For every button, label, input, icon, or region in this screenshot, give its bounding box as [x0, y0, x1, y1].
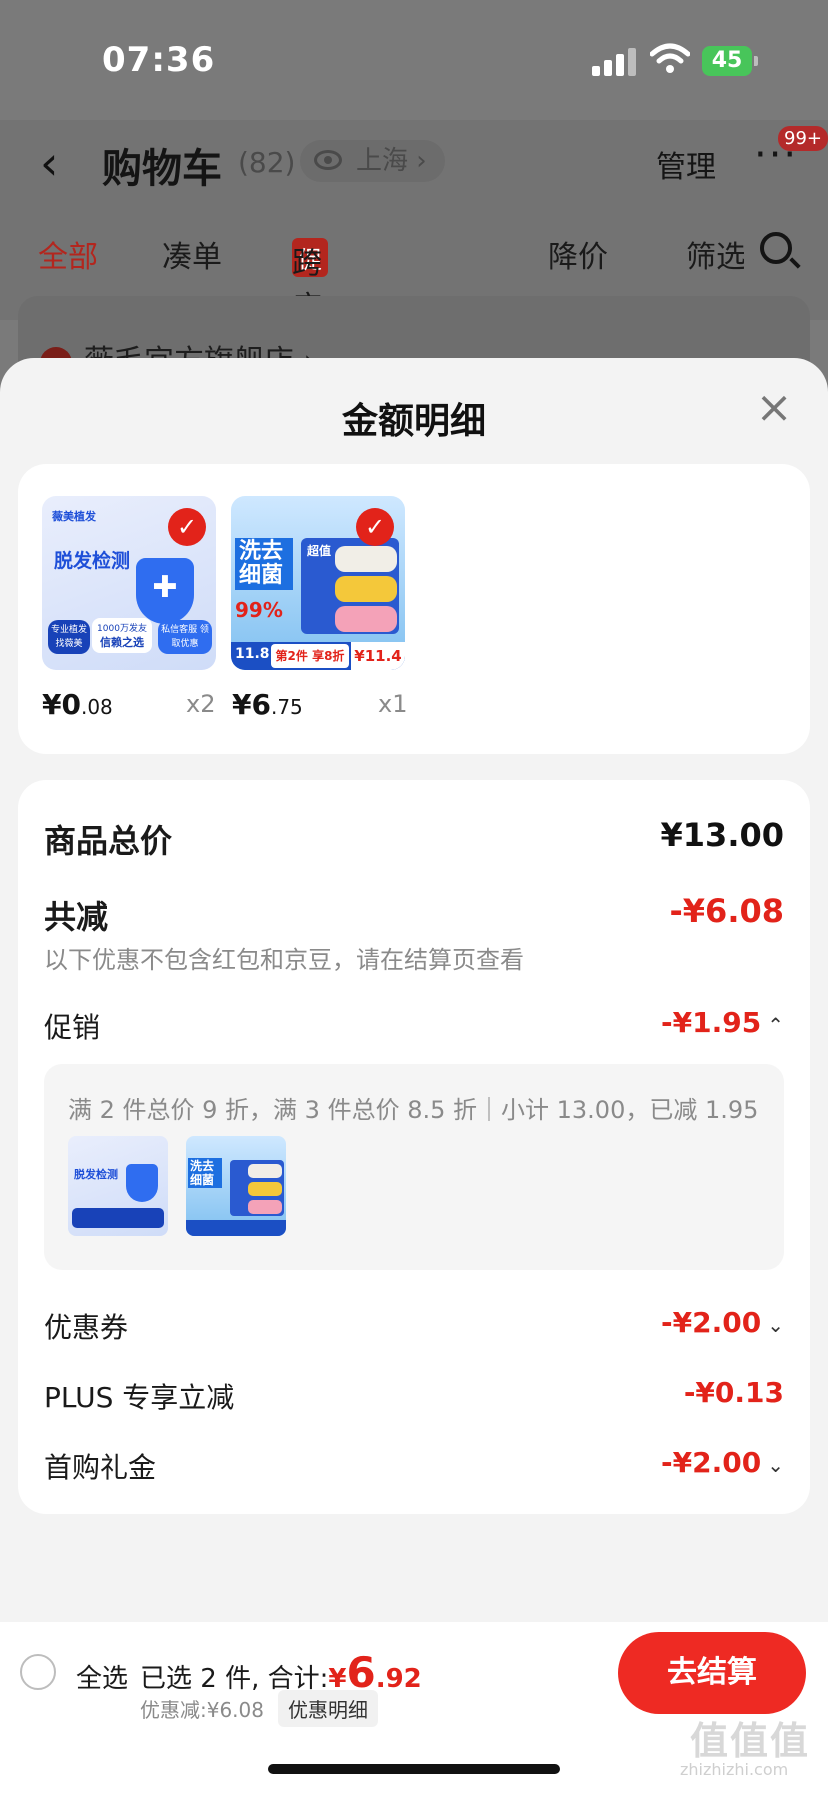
promo-value: -¥1.95	[661, 1006, 762, 1039]
price-dec: .08	[80, 695, 113, 719]
mini-title: 脱发检测	[74, 1168, 118, 1181]
search-icon[interactable]	[760, 232, 792, 264]
total-label: 商品总价	[44, 822, 173, 860]
thumb-footer: 11.8 第2件 享8折 ¥11.4	[231, 642, 405, 670]
tab-filter[interactable]: 筛选	[686, 232, 744, 276]
coupon-value: -¥2.00	[661, 1306, 762, 1339]
total-value: ¥13.00	[660, 816, 784, 854]
soap-brand: 超值	[307, 544, 332, 558]
price-dec: .75	[270, 695, 303, 719]
promo-thumb-soap[interactable]: 洗去细菌	[186, 1136, 286, 1236]
promo-row-value[interactable]: -¥1.95 ⌃	[560, 1006, 784, 1039]
price-int: ¥0	[42, 688, 81, 721]
thumb-brand: 薇美植发	[52, 510, 96, 523]
chevron-down-icon: ⌄	[767, 1453, 784, 1477]
thumb-slogan: 信赖之选	[100, 636, 144, 649]
watermark-logo: 值值值	[690, 1719, 811, 1763]
product-qty: x2	[186, 690, 216, 718]
page-title: 购物车	[102, 146, 222, 192]
plus-value: -¥0.13	[683, 1376, 784, 1409]
chevron-down-icon: ⌄	[767, 1313, 784, 1337]
total-dec: .92	[375, 1664, 422, 1694]
mini-footer	[186, 1220, 286, 1236]
watermark-url: zhizhizhi.com	[680, 1760, 789, 1779]
product-qty: x1	[378, 690, 408, 718]
select-all-label[interactable]: 全选	[76, 1658, 128, 1695]
gift-label: 首购礼金	[44, 1451, 157, 1484]
thumb-side: 私信客服 领取优惠	[158, 620, 212, 654]
reduce-label: 共减	[44, 898, 109, 936]
checkout-button[interactable]: 去结算	[618, 1632, 806, 1714]
status-time: 07:36	[102, 40, 216, 80]
product-price: ¥0.08	[42, 688, 113, 721]
back-icon[interactable]: ‹	[40, 136, 58, 190]
coupon-row-value[interactable]: -¥2.00 ⌄	[560, 1306, 784, 1339]
thumb-price: ¥11.4	[351, 642, 405, 670]
cart-count: (82)	[238, 146, 296, 179]
plus-label: PLUS 专享立减	[44, 1381, 235, 1414]
gift-row-value[interactable]: -¥2.00 ⌄	[560, 1446, 784, 1479]
soap-yellow	[335, 576, 397, 602]
promo-rule: 满 2 件总价 9 折，满 3 件总价 8.5 折｜小计 13.00，已减 1.…	[68, 1096, 759, 1124]
reduce-value: -¥6.08	[669, 892, 785, 930]
reduce-note: 以下优惠不包含红包和京豆，请在结算页查看	[44, 946, 524, 974]
shield-icon: ✚	[136, 558, 194, 624]
selected-check-icon[interactable]: ✓	[168, 508, 206, 546]
tab-bundle[interactable]: 凑单	[162, 232, 222, 276]
manage-button[interactable]: 管理	[656, 142, 716, 186]
thumb-badge: 1000万发友	[97, 624, 147, 634]
status-bar: 07:36 45	[0, 0, 828, 120]
signal-icon	[592, 46, 640, 76]
discount-text: 优惠减:¥6.08	[140, 1698, 264, 1722]
thumb-badge-box: 1000万发友 信赖之选	[92, 618, 152, 653]
price-int: ¥6	[232, 688, 271, 721]
mini-soap	[248, 1200, 282, 1214]
promo-thumb-hair[interactable]: 脱发检测	[68, 1136, 168, 1236]
sheet-title: 金额明细	[341, 401, 486, 442]
location-selector[interactable]: 上海 ›	[300, 140, 445, 182]
mini-soap	[248, 1164, 282, 1178]
wifi-icon	[650, 43, 690, 73]
tab-all[interactable]: 全部	[38, 232, 98, 276]
mini-soap	[248, 1182, 282, 1196]
thumb-pct: 99%	[235, 598, 283, 622]
soap-white	[335, 546, 397, 572]
promo-label: 促销	[44, 1011, 101, 1044]
coupon-label: 优惠券	[44, 1311, 129, 1344]
gift-value: -¥2.00	[661, 1446, 762, 1479]
thumb-title: 洗去细菌	[235, 538, 293, 590]
chevron-up-icon: ⌃	[767, 1013, 784, 1037]
close-icon[interactable]: ×	[754, 386, 794, 430]
thumb-left-tag: 专业植发 找薇美	[48, 620, 90, 654]
select-all-radio[interactable]	[20, 1654, 56, 1690]
mini-banner	[72, 1208, 164, 1228]
battery-icon: 45	[702, 46, 758, 76]
shield-icon	[126, 1164, 158, 1202]
thumb-promo: 第2件 享8折	[271, 644, 349, 668]
eye-icon	[314, 150, 342, 170]
soap-pink	[335, 606, 397, 632]
thumb-left-price: 11.8	[235, 646, 270, 662]
selected-check-icon[interactable]: ✓	[356, 508, 394, 546]
location-label: 上海 ›	[356, 146, 427, 176]
notification-badge: 99+	[778, 126, 828, 151]
tab-price-drop[interactable]: 降价	[548, 232, 608, 276]
discount-detail-button[interactable]: 优惠明细	[278, 1690, 378, 1727]
filter-tabs: 全部 凑单 促跨店满减 降价 筛选	[0, 226, 828, 413]
product-price: ¥6.75	[232, 688, 303, 721]
mini-title: 洗去细菌	[188, 1158, 222, 1188]
home-indicator	[268, 1764, 560, 1774]
thumb-title: 脱发检测	[54, 550, 131, 572]
